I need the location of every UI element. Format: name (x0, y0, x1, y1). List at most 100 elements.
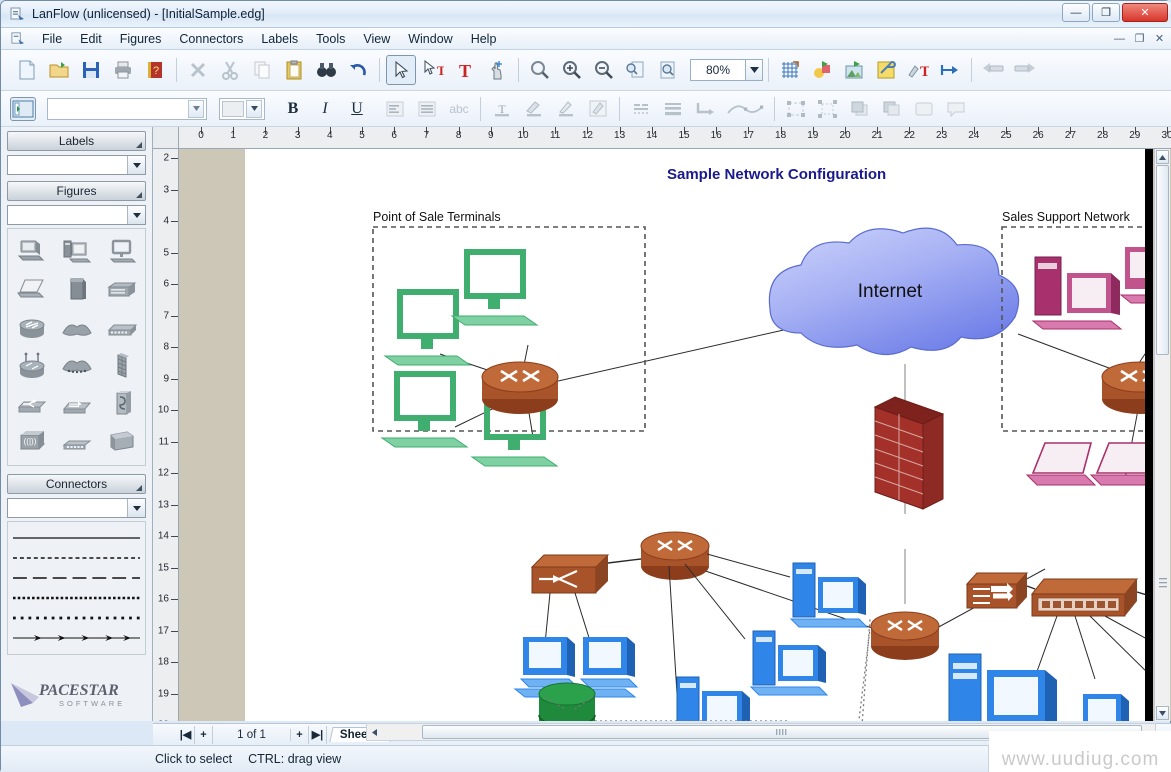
maximize-button[interactable]: ❐ (1092, 3, 1120, 22)
cloud-icon[interactable] (55, 310, 98, 346)
paint-brush-line-icon[interactable] (552, 96, 580, 122)
shade-brush-icon[interactable] (584, 96, 612, 122)
open-file-button[interactable] (44, 55, 74, 85)
connector-style-dotted[interactable] (12, 608, 141, 628)
tape-drive-icon[interactable] (100, 424, 143, 460)
connectors-select[interactable] (7, 498, 146, 518)
grid-button[interactable] (775, 55, 805, 85)
save-button[interactable] (76, 55, 106, 85)
font-family-select[interactable] (47, 98, 207, 120)
connectors-section-header[interactable]: Connectors (7, 474, 146, 494)
document-icon[interactable] (10, 31, 25, 46)
paste-button[interactable] (279, 55, 309, 85)
connector-style-fine-dotted[interactable] (12, 588, 141, 608)
scroll-down-arrow-icon[interactable] (1156, 706, 1169, 720)
wireless-router-icon[interactable] (10, 348, 53, 384)
bold-button[interactable]: B (279, 96, 307, 122)
dashed-line-icon[interactable] (627, 96, 655, 122)
diagram-page[interactable]: Sample Network Configuration Point of Sa… (245, 149, 1145, 721)
select-tool-button[interactable] (386, 55, 416, 85)
undo-button[interactable] (343, 55, 373, 85)
vertical-scroll-thumb[interactable] (1156, 165, 1169, 355)
switch-icon[interactable] (100, 310, 143, 346)
text-options-button[interactable]: T (903, 55, 933, 85)
align-justify-icon[interactable] (413, 96, 441, 122)
canvas-vertical-scrollbar[interactable] (1154, 149, 1170, 721)
network-diagram[interactable]: Sample Network Configuration Point of Sa… (245, 149, 1145, 721)
underline-button[interactable]: U (343, 96, 371, 122)
ungroup-icon[interactable] (814, 96, 842, 122)
forward-button[interactable] (1010, 55, 1040, 85)
speech-bubble-icon[interactable] (942, 96, 970, 122)
firewall-brick-icon[interactable] (100, 348, 143, 384)
menu-item-help[interactable]: Help (462, 30, 506, 48)
text-tool-button[interactable]: T (450, 55, 480, 85)
back-button[interactable] (978, 55, 1008, 85)
mdi-close-button[interactable]: ✕ (1152, 32, 1167, 46)
tower-server-icon[interactable] (55, 272, 98, 308)
spellcheck-button[interactable]: abc (445, 96, 473, 122)
hub-icon[interactable] (10, 386, 53, 422)
connector-style-solid[interactable] (12, 528, 141, 548)
menu-item-view[interactable]: View (354, 30, 399, 48)
zoom-dropdown-arrow[interactable] (746, 59, 763, 81)
labels-select[interactable] (7, 155, 146, 175)
paint-brush-fill-icon[interactable] (520, 96, 548, 122)
diagram-canvas[interactable]: Sample Network Configuration Point of Sa… (179, 149, 1171, 721)
text-select-button[interactable]: T (418, 55, 448, 85)
connector-style-long-dash[interactable] (12, 568, 141, 588)
router-icon[interactable] (10, 310, 53, 346)
connector-style-dashed[interactable] (12, 548, 141, 568)
connector-style-arrow[interactable] (12, 628, 141, 648)
bring-front-icon[interactable] (846, 96, 874, 122)
zoom-tool-button[interactable] (525, 55, 555, 85)
text-underline-icon[interactable]: T (488, 96, 516, 122)
delete-button[interactable] (183, 55, 213, 85)
panel-toggle-icon[interactable] (10, 97, 36, 121)
curve-connector-icon[interactable] (723, 96, 767, 122)
menu-item-labels[interactable]: Labels (252, 30, 307, 48)
new-file-button[interactable] (12, 55, 42, 85)
multilayer-switch-icon[interactable] (55, 386, 98, 422)
minimize-button[interactable]: — (1062, 3, 1090, 22)
send-back-icon[interactable] (878, 96, 906, 122)
add-page-right-button[interactable]: + (291, 726, 309, 744)
flow-options-button[interactable] (935, 55, 965, 85)
menu-item-edit[interactable]: Edit (71, 30, 111, 48)
menu-item-file[interactable]: File (33, 30, 71, 48)
vertical-ruler[interactable]: 234567891011121314151617181920 (153, 149, 179, 721)
point-tool-button[interactable] (482, 55, 512, 85)
rack-server-icon[interactable] (100, 272, 143, 308)
add-page-left-button[interactable]: + (195, 726, 213, 744)
italic-button[interactable]: I (311, 96, 339, 122)
laptop-icon[interactable] (10, 272, 53, 308)
flat-monitor-icon[interactable] (100, 234, 143, 270)
menu-item-tools[interactable]: Tools (307, 30, 354, 48)
zoom-page-button[interactable] (653, 55, 683, 85)
figures-section-header[interactable]: Figures (7, 181, 146, 201)
last-page-button[interactable]: ▶| (309, 726, 327, 744)
copy-button[interactable] (247, 55, 277, 85)
zoom-in-button[interactable] (557, 55, 587, 85)
desktop-computer-icon[interactable] (10, 234, 53, 270)
line-weight-icon[interactable] (659, 96, 687, 122)
image-palette-button[interactable] (839, 55, 869, 85)
menu-item-window[interactable]: Window (399, 30, 461, 48)
help-button[interactable]: ? (140, 55, 170, 85)
figure-options-button[interactable] (871, 55, 901, 85)
mdi-restore-button[interactable]: ❐ (1132, 32, 1147, 46)
find-button[interactable] (311, 55, 341, 85)
wireless-access-point-icon[interactable]: ((|)) (10, 424, 53, 460)
menu-item-connectors[interactable]: Connectors (170, 30, 252, 48)
zoom-out-button[interactable] (589, 55, 619, 85)
cable-icon[interactable] (100, 386, 143, 422)
rounded-square-icon[interactable] (910, 96, 938, 122)
labels-section-header[interactable]: Labels (7, 131, 146, 151)
close-button[interactable]: ✕ (1122, 3, 1168, 22)
small-switch-icon[interactable] (55, 424, 98, 460)
figure-palette-button[interactable] (807, 55, 837, 85)
align-left-icon[interactable] (381, 96, 409, 122)
group-icon[interactable] (782, 96, 810, 122)
mdi-minimize-button[interactable]: — (1112, 32, 1127, 46)
horizontal-ruler[interactable]: 0123456789101112131415161718192021222324… (179, 127, 1171, 149)
